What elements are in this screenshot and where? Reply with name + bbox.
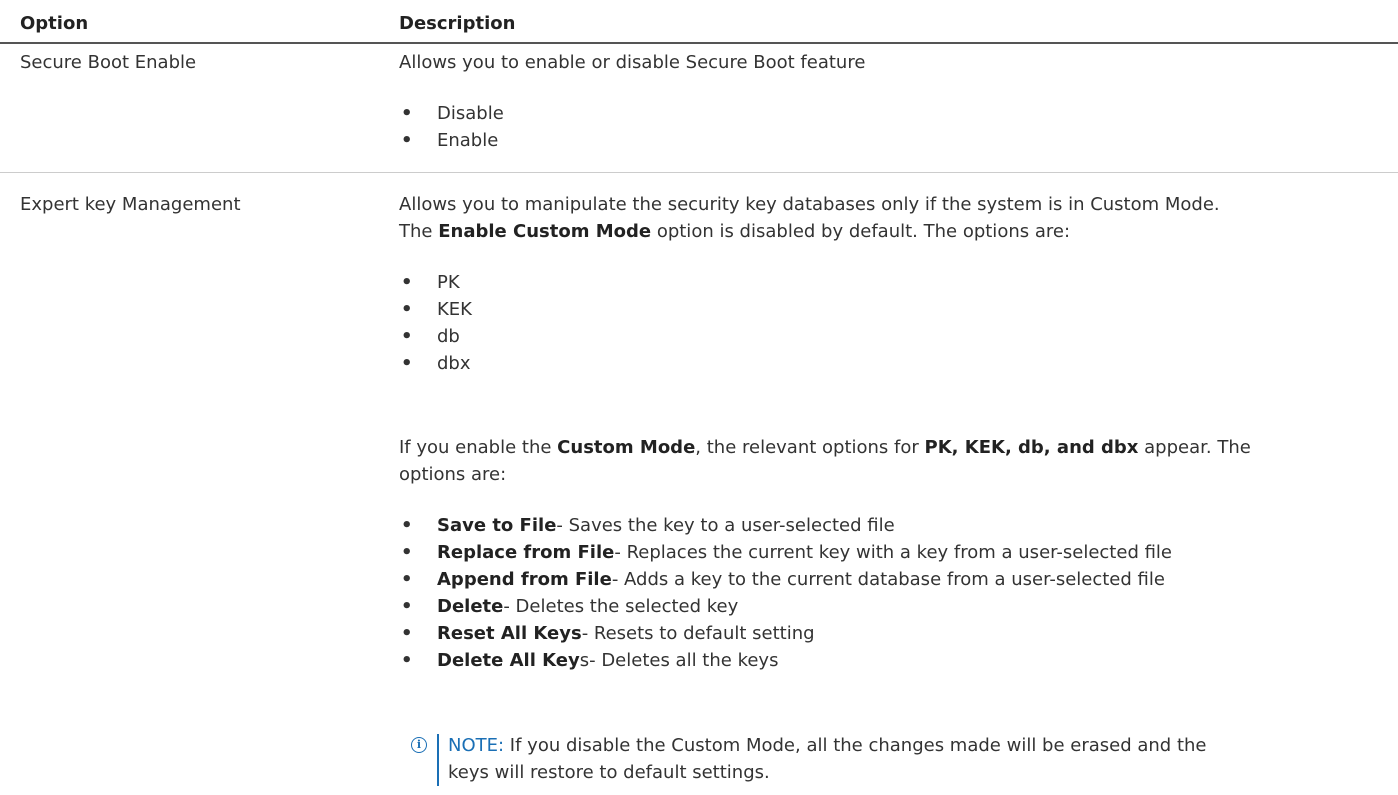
- list-item: • db: [399, 323, 472, 350]
- custom-mode-actions-list: • Save to File- Saves the key to a user-s…: [399, 512, 1172, 674]
- bullet-icon: •: [401, 569, 413, 590]
- list-item: • PK: [399, 269, 472, 296]
- list-item: • Disable: [399, 100, 504, 127]
- note-callout: i NOTE: If you disable the Custom Mode, …: [411, 732, 1391, 788]
- note-accent-bar: [437, 734, 439, 786]
- secure-boot-description: Allows you to enable or disable Secure B…: [399, 52, 866, 73]
- secure-boot-options-list: • Disable • Enable: [399, 100, 504, 154]
- custom-mode-term: Custom Mode: [557, 437, 696, 458]
- expert-key-description: Allows you to manipulate the security ke…: [399, 194, 1220, 242]
- list-item: • Delete All Keys- Deletes all the keys: [399, 647, 1172, 674]
- option-expert-key-management: Expert key Management: [20, 194, 241, 215]
- list-item: • Reset All Keys- Resets to default setti…: [399, 620, 1172, 647]
- option-secure-boot-enable: Secure Boot Enable: [20, 52, 197, 73]
- list-item: • Replace from File- Replaces the current…: [399, 539, 1172, 566]
- bullet-icon: •: [401, 130, 413, 151]
- custom-mode-description: If you enable the Custom Mode, the relev…: [399, 437, 1251, 485]
- bullet-icon: •: [401, 515, 413, 536]
- bullet-icon: •: [401, 596, 413, 617]
- list-item: • Append from File- Adds a key to the cur…: [399, 566, 1172, 593]
- bullet-icon: •: [401, 299, 413, 320]
- list-item: • Delete- Deletes the selected key: [399, 593, 1172, 620]
- bullet-icon: •: [401, 542, 413, 563]
- bullet-icon: •: [401, 353, 413, 374]
- header-description: Description: [399, 13, 516, 34]
- list-item: • KEK: [399, 296, 472, 323]
- note-text: NOTE: If you disable the Custom Mode, al…: [448, 735, 1207, 783]
- header-option: Option: [20, 13, 89, 34]
- row-divider: [0, 172, 1398, 173]
- bullet-icon: •: [401, 103, 413, 124]
- enable-custom-mode-term: Enable Custom Mode: [438, 221, 652, 242]
- list-item: • Save to File- Saves the key to a user-s…: [399, 512, 1172, 539]
- info-icon: i: [411, 737, 427, 753]
- list-item: • dbx: [399, 350, 472, 377]
- key-types-term: PK, KEK, db, and dbx: [924, 437, 1139, 458]
- note-label: NOTE:: [448, 735, 505, 756]
- list-item: • Enable: [399, 127, 504, 154]
- key-database-list: • PK • KEK • db • dbx: [399, 269, 472, 377]
- bullet-icon: •: [401, 650, 413, 671]
- table-header: Option Description: [0, 0, 1398, 44]
- bullet-icon: •: [401, 623, 413, 644]
- bullet-icon: •: [401, 326, 413, 347]
- bullet-icon: •: [401, 272, 413, 293]
